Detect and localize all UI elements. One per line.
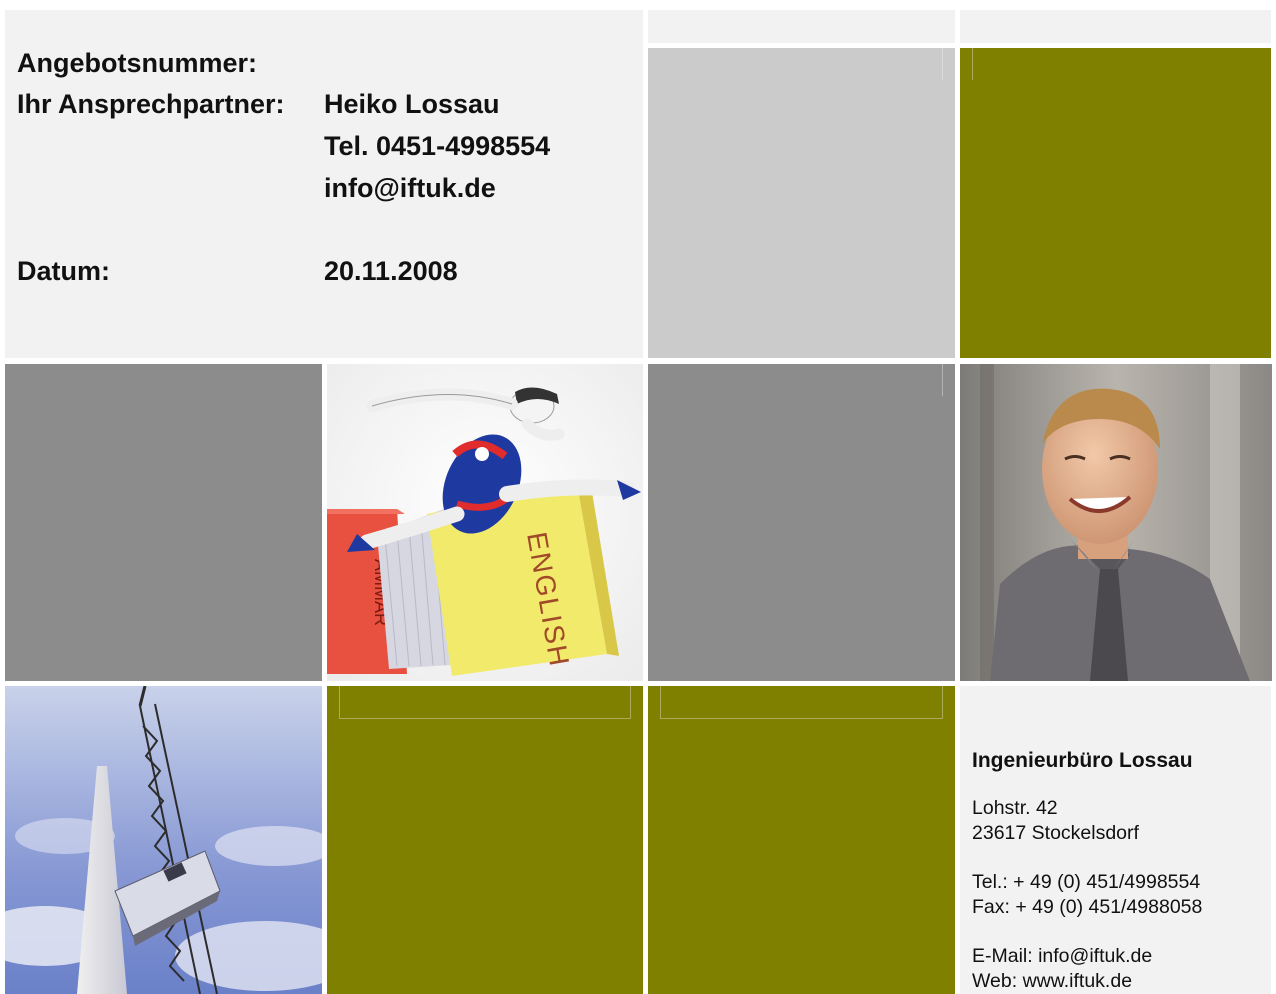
top-strip [960,10,1271,43]
company-phone: Tel.: + 49 (0) 451/4998554 [972,871,1201,893]
businessman-photo [960,364,1272,681]
company-email[interactable]: E-Mail: info@iftuk.de [972,944,1202,969]
grey-tile-middle [648,364,955,681]
contact-person-name: Heiko Lossau [324,89,500,119]
date-label: Datum: [17,256,110,286]
olive-tile-top [960,48,1271,358]
grey-tile-top [648,48,955,358]
contact-email: info@iftuk.de [324,173,496,203]
company-address-block: Ingenieurbüro Lossau Lohstr. 42 23617 St… [972,748,1202,994]
company-web[interactable]: Web: www.iftuk.de [972,969,1202,994]
company-name: Ingenieurbüro Lossau [972,749,1193,772]
company-fax: Fax: + 49 (0) 451/4988058 [972,896,1203,918]
company-street: Lohstr. 42 [972,797,1058,819]
company-contact-panel: Ingenieurbüro Lossau Lohstr. 42 23617 St… [960,686,1271,994]
offer-header-panel: Angebotsnummer: Ihr Ansprechpartner: Hei… [5,10,643,358]
date-value: 20.11.2008 [324,256,458,286]
olive-tile-bottom-middle [648,686,955,994]
contact-phone: Tel. 0451-4998554 [324,131,551,161]
top-strip [648,10,955,43]
crane-tower-photo [5,686,322,994]
grey-tile-left [5,364,322,681]
olive-tile-bottom-left [327,686,643,994]
contact-person-label: Ihr Ansprechpartner: [17,89,285,119]
english-hurdle-image: AMMAR ENGLISH [327,364,643,681]
company-city: 23617 Stockelsdorf [972,822,1139,844]
offer-number-label: Angebotsnummer: [17,48,258,78]
